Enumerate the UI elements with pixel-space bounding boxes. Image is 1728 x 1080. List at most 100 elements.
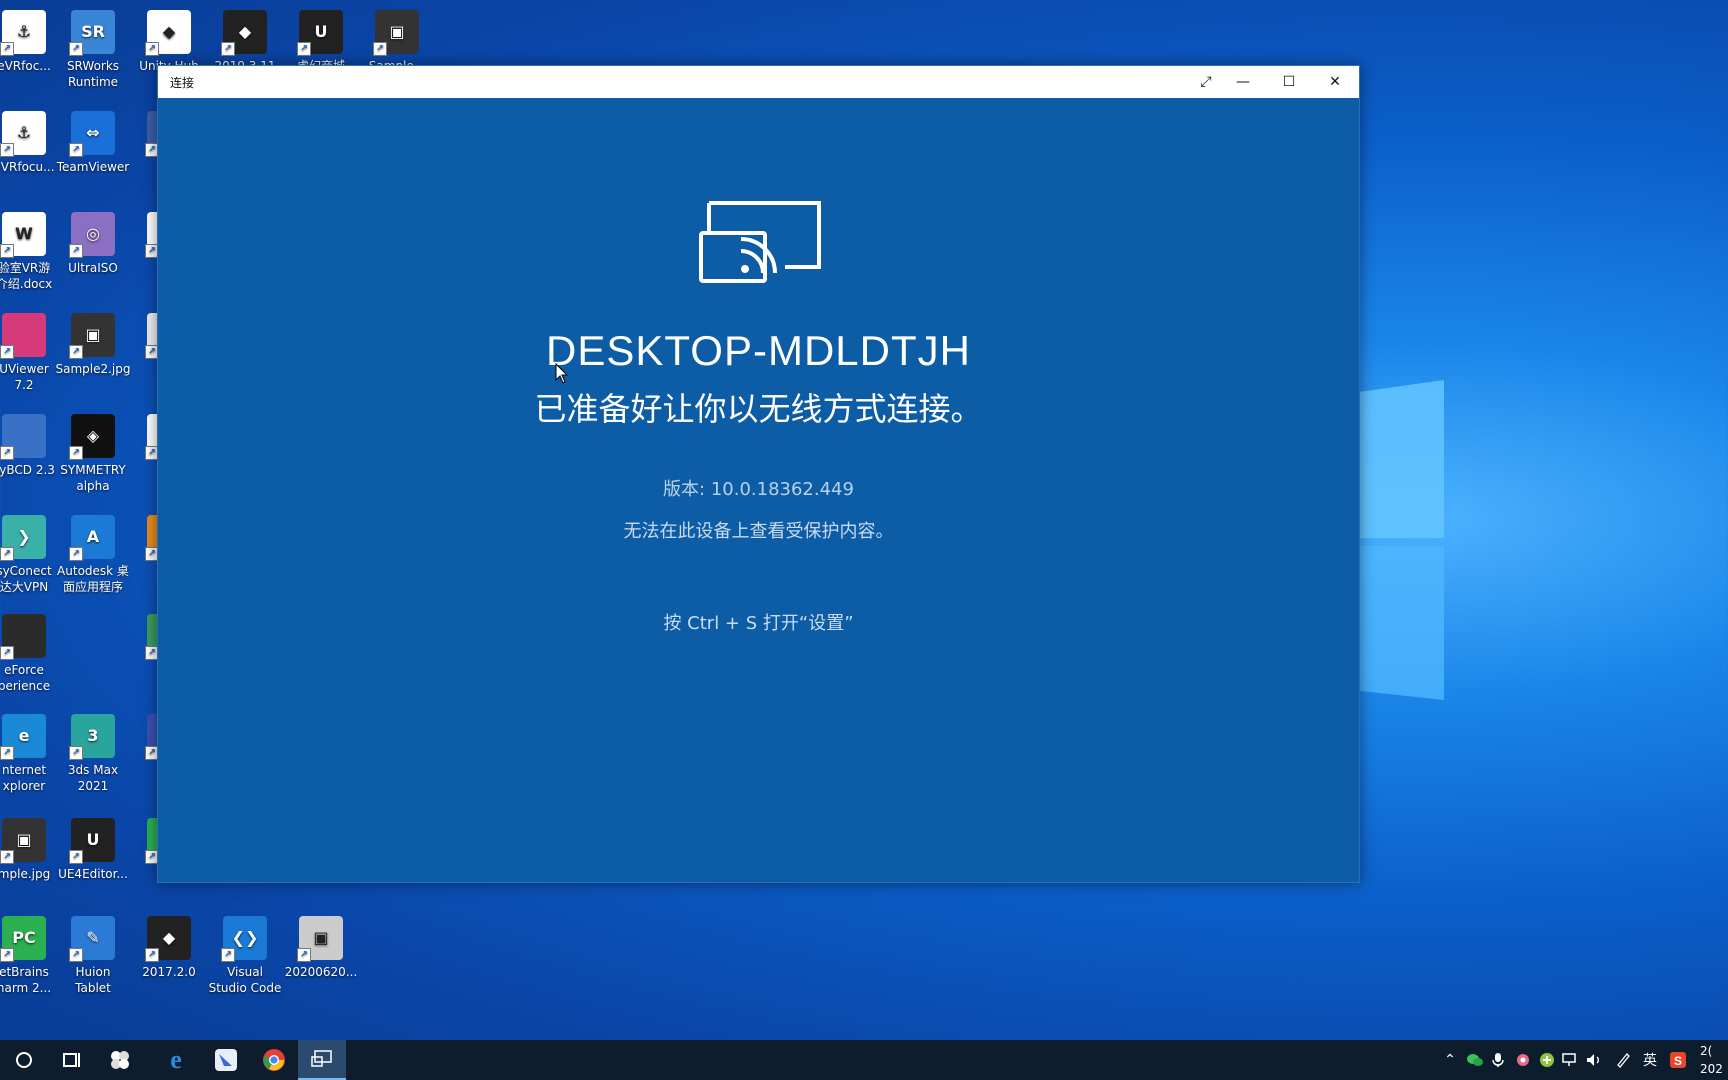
shortcut-label: Sample2.jpg [55, 362, 131, 376]
desktop-shortcut[interactable]: ❮❯ ↗ Visual Studio Code [207, 916, 283, 996]
shortcut-icon: e ↗ [0, 714, 46, 760]
microphone-icon[interactable] [1490, 1050, 1506, 1070]
desktop-shortcut[interactable]: ◎ ↗ UltraISO [55, 212, 131, 276]
shortcut-label: 验室VR游 介绍.docx [0, 261, 53, 291]
pen-icon[interactable] [1614, 1050, 1632, 1070]
shortcut-arrow-icon: ↗ [0, 948, 14, 962]
desktop-shortcut[interactable]: ▣ ↗ 20200620... [283, 916, 359, 980]
shortcut-arrow-icon: ↗ [69, 446, 83, 460]
windows-logo-wallpaper [1352, 380, 1444, 700]
connect-app-taskbar-icon[interactable] [298, 1040, 346, 1080]
desktop-shortcut[interactable]: ▣ ↗ mple.jpg [0, 818, 62, 882]
shortcut-arrow-icon: ↗ [0, 42, 14, 56]
shortcut-arrow-icon: ↗ [373, 42, 387, 56]
shortcut-icon: ❮❯ ↗ [221, 916, 267, 962]
shortcut-icon: U ↗ [297, 10, 343, 56]
shortcut-label: 20200620... [284, 965, 358, 979]
green-tray-icon[interactable] [1538, 1050, 1556, 1070]
desktop-shortcut[interactable]: ↗ syBCD 2.3 [0, 414, 62, 478]
desktop-shortcut[interactable]: SR ↗ SRWorks Runtime [55, 10, 131, 90]
shortcut-icon: W ↗ [0, 212, 46, 258]
shortcut-arrow-icon: ↗ [69, 746, 83, 760]
shortcut-label: eVRfoc... [0, 59, 51, 73]
shortcut-icon: PC ↗ [0, 916, 46, 962]
feishu-app-icon[interactable] [202, 1040, 250, 1080]
taskbar: e ⌃ 英 S 2( 202 [0, 1040, 1728, 1080]
desktop-shortcut[interactable]: ❯ ↗ syConect 达大VPN [0, 515, 62, 595]
device-name: DESKTOP-MDLDTJH [546, 327, 971, 374]
close-button[interactable]: ✕ [1312, 66, 1358, 98]
desktop-shortcut[interactable]: ◈ ↗ SYMMETRY alpha [55, 414, 131, 494]
volume-icon[interactable] [1586, 1050, 1604, 1070]
desktop-shortcut[interactable]: ↗ UViewer 7.2 [0, 313, 62, 393]
shortcut-arrow-icon: ↗ [0, 746, 14, 760]
desktop-shortcut[interactable]: ✎ ↗ Huion Tablet [55, 916, 131, 996]
clock-date: 202 [1700, 1062, 1723, 1076]
desktop-shortcut[interactable]: W ↗ 验室VR游 介绍.docx [0, 212, 62, 292]
shortcut-icon: ◎ ↗ [69, 212, 115, 258]
shortcut-arrow-icon: ↗ [0, 547, 14, 561]
window-title: 连接 [170, 76, 195, 90]
wechat-tray-icon[interactable] [1466, 1050, 1484, 1070]
desktop-shortcut[interactable]: 3 ↗ 3ds Max 2021 [55, 714, 131, 794]
desktop-shortcut[interactable]: ⚓ ↗ eVRfoc... [0, 10, 62, 74]
shortcut-arrow-icon: ↗ [69, 42, 83, 56]
shortcut-label: eForce perience [0, 663, 51, 693]
wireless-display-icon [699, 201, 821, 283]
clock[interactable]: 2( 202 [1700, 1042, 1728, 1078]
shortcut-label: UViewer 7.2 [0, 362, 49, 392]
shortcut-arrow-icon: ↗ [69, 143, 83, 157]
shortcut-label: etBrains harm 2... [0, 965, 52, 995]
window-titlebar[interactable]: 连接 ⤢ — ☐ ✕ [158, 66, 1359, 98]
network-icon[interactable] [1562, 1050, 1580, 1070]
search-icon[interactable] [0, 1040, 48, 1080]
desktop-shortcut[interactable]: ▣ ↗ Sample2.jpg [55, 313, 131, 377]
shortcut-arrow-icon: ↗ [69, 547, 83, 561]
shortcut-arrow-icon: ↗ [297, 948, 311, 962]
desktop-shortcut[interactable]: ⇔ ↗ TeamViewer [55, 111, 131, 175]
connect-window: 连接 ⤢ — ☐ ✕ DESKTOP-MDLDTJH 已准备好让你以无线方式连接… [157, 65, 1360, 883]
desktop-shortcut[interactable]: e ↗ nternet xplorer [0, 714, 62, 794]
shortcut-icon: U ↗ [69, 818, 115, 864]
shortcut-label: 2017.2.0 [142, 965, 196, 979]
shortcut-label: Autodesk 桌 面应用程序 [57, 564, 129, 594]
clock-time: 2( [1700, 1044, 1713, 1058]
shortcut-arrow-icon: ↗ [221, 948, 235, 962]
desktop-shortcut[interactable]: ↗ eForce perience [0, 614, 62, 694]
shortcut-icon: ◆ ↗ [145, 916, 191, 962]
shortcut-label: 3ds Max 2021 [67, 763, 119, 793]
shortcut-label: eVRfocu... [0, 160, 55, 174]
shortcut-label: TeamViewer [56, 160, 130, 174]
desktop-shortcut[interactable]: U ↗ UE4Editor... [55, 818, 131, 882]
shortcut-icon: ▣ ↗ [297, 916, 343, 962]
task-view-icon[interactable] [48, 1040, 96, 1080]
maximize-button[interactable]: ☐ [1266, 66, 1312, 98]
chrome-browser-icon[interactable] [250, 1040, 298, 1080]
shortcut-arrow-icon: ↗ [69, 850, 83, 864]
shortcut-arrow-icon: ↗ [145, 948, 159, 962]
desktop-shortcut[interactable]: PC ↗ etBrains harm 2... [0, 916, 62, 996]
shortcut-label: SRWorks Runtime [66, 59, 120, 89]
shortcut-arrow-icon: ↗ [0, 244, 14, 258]
chevron-up-icon[interactable]: ⌃ [1442, 1050, 1458, 1070]
shortcut-label: mple.jpg [0, 867, 51, 881]
flower-tray-icon[interactable] [1514, 1050, 1532, 1070]
minimize-button[interactable]: — [1220, 66, 1266, 98]
shortcut-label: SYMMETRY alpha [60, 463, 126, 493]
edge-browser-icon[interactable]: e [152, 1040, 200, 1080]
pinwheel-app-icon[interactable] [96, 1040, 144, 1080]
desktop-shortcut[interactable]: A ↗ Autodesk 桌 面应用程序 [55, 515, 131, 595]
shortcut-icon: A ↗ [69, 515, 115, 561]
shortcut-arrow-icon: ↗ [69, 948, 83, 962]
mouse-cursor-icon [555, 363, 569, 384]
desktop-shortcut[interactable]: ⚓↗ eVRfocu... [0, 111, 62, 175]
shortcut-icon: ▣ ↗ [373, 10, 419, 56]
shortcut-label: syBCD 2.3 [0, 463, 55, 477]
shortcut-icon: ↗ [0, 313, 46, 359]
desktop-shortcut[interactable]: ◆ ↗ 2017.2.0 [131, 916, 207, 980]
sogou-ime-icon[interactable]: S [1668, 1050, 1688, 1070]
shortcut-arrow-icon: ↗ [145, 42, 159, 56]
shortcut-label: nternet xplorer [1, 763, 47, 793]
shortcut-icon: ▣ ↗ [0, 818, 46, 864]
input-language-indicator[interactable]: 英 [1640, 1050, 1660, 1070]
